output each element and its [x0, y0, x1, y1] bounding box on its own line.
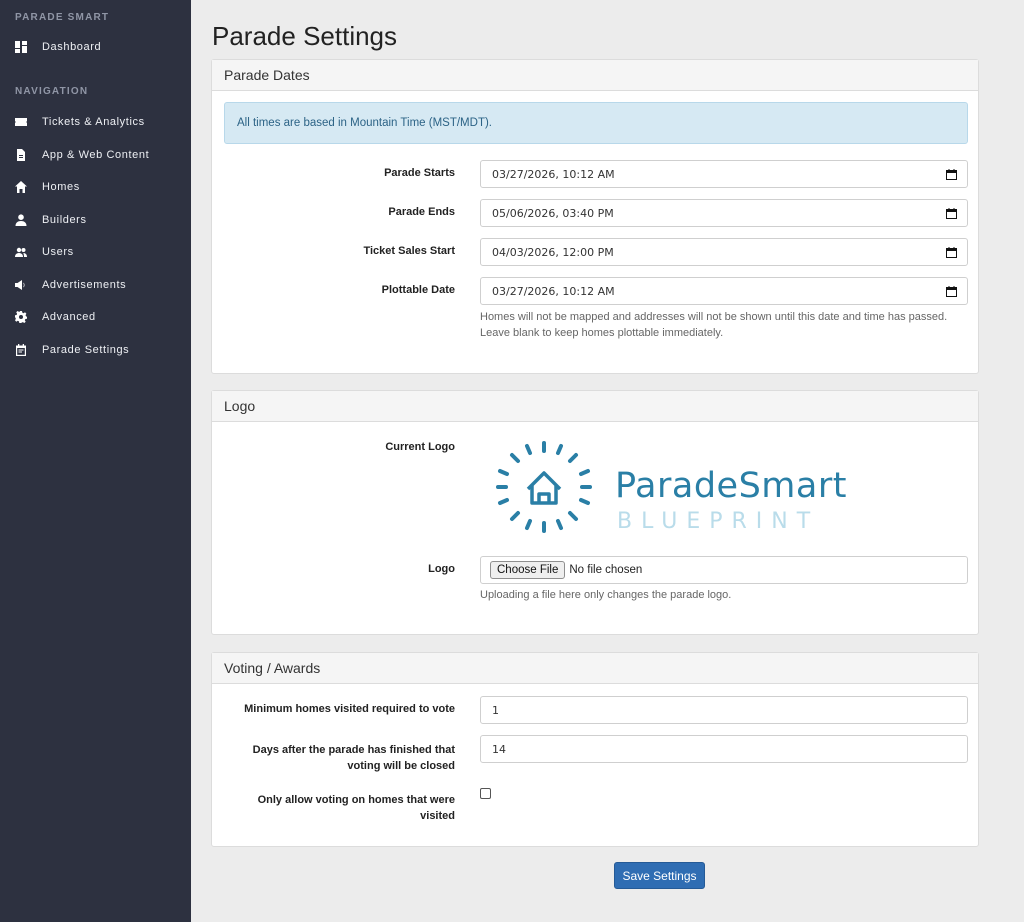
min-homes-input[interactable]: 1	[480, 696, 968, 724]
field-value: 03/27/2026, 10:12 AM	[492, 284, 615, 298]
page-title: Parade Settings	[212, 21, 398, 51]
sidebar-item-label: Tickets & Analytics	[42, 116, 145, 128]
sidebar-item-app-web-content[interactable]: App & Web Content	[0, 143, 191, 167]
people-icon	[15, 246, 27, 258]
sidebar-item-label: Dashboard	[42, 41, 102, 53]
ticket-icon	[15, 116, 27, 128]
sidebar-item-label: Builders	[42, 214, 87, 226]
sidebar-item-parade-settings[interactable]: Parade Settings	[0, 338, 191, 362]
plottable-date-label: Plottable Date	[381, 284, 455, 296]
sidebar-item-advertisements[interactable]: Advertisements	[0, 273, 191, 297]
sidebar-item-label: Users	[42, 246, 74, 258]
sidebar-item-homes[interactable]: Homes	[0, 175, 191, 199]
label-line: visited	[420, 810, 455, 822]
calendar-icon[interactable]	[946, 247, 957, 258]
sidebar-item-advanced[interactable]: Advanced	[0, 305, 191, 329]
current-logo-image: ParadeSmart BLUEPRINT	[492, 439, 892, 539]
sidebar-item-label: Advanced	[42, 311, 96, 323]
choose-file-button[interactable]: Choose File	[490, 561, 566, 579]
sidebar-item-label: App & Web Content	[42, 149, 150, 161]
parade-ends-label: Parade Ends	[388, 206, 455, 218]
sidebar: PARADE SMART Dashboard NAVIGATION Ticket…	[0, 0, 191, 922]
file-status: No file chosen	[569, 564, 643, 576]
field-value: 14	[492, 742, 506, 756]
panel-title: Voting / Awards	[212, 653, 978, 684]
min-homes-label: Minimum homes visited required to vote	[244, 703, 455, 715]
panel-title: Parade Dates	[212, 60, 978, 91]
logo-panel: Logo Current Logo ParadeSmart BLUEPRINT …	[211, 390, 979, 635]
calendar-icon[interactable]	[946, 208, 957, 219]
timezone-alert: All times are based in Mountain Time (MS…	[224, 102, 968, 144]
sidebar-item-tickets[interactable]: Tickets & Analytics	[0, 110, 191, 134]
logo-file-label: Logo	[428, 563, 455, 575]
field-value: 03/27/2026, 10:12 AM	[492, 167, 615, 181]
ticket-sales-start-label: Ticket Sales Start	[363, 245, 455, 257]
document-icon	[15, 149, 27, 161]
plottable-help-text: Homes will not be mapped and addresses w…	[480, 311, 948, 339]
logo-brand-text: ParadeSmart	[615, 466, 847, 506]
calendar-icon[interactable]	[946, 169, 957, 180]
save-settings-button[interactable]: Save Settings	[614, 862, 705, 889]
person-icon	[15, 214, 27, 226]
gear-icon	[15, 311, 27, 323]
only-visited-checkbox[interactable]	[480, 788, 491, 799]
logo-help-text: Uploading a file here only changes the p…	[480, 589, 732, 601]
sidebar-nav-header: NAVIGATION	[15, 86, 89, 97]
logo-file-input[interactable]: Choose File No file chosen	[480, 556, 968, 584]
parade-starts-input[interactable]: 03/27/2026, 10:12 AM	[480, 160, 968, 188]
parade-ends-input[interactable]: 05/06/2026, 03:40 PM	[480, 199, 968, 227]
sidebar-item-builders[interactable]: Builders	[0, 208, 191, 232]
sidebar-item-dashboard[interactable]: Dashboard	[0, 35, 191, 59]
dashboard-icon	[15, 41, 27, 53]
parade-starts-label: Parade Starts	[384, 167, 455, 179]
panel-title: Logo	[212, 391, 978, 422]
field-value: 1	[492, 703, 499, 717]
sidebar-brand: PARADE SMART	[15, 12, 110, 23]
parade-dates-panel: Parade Dates All times are based in Moun…	[211, 59, 979, 374]
calendar-icon[interactable]	[946, 286, 957, 297]
days-close-input[interactable]: 14	[480, 735, 968, 763]
ticket-sales-start-input[interactable]: 04/03/2026, 12:00 PM	[480, 238, 968, 266]
label-line: Days after the parade has finished that	[252, 744, 455, 756]
label-line: Only allow voting on homes that were	[257, 794, 455, 806]
voting-panel: Voting / Awards Minimum homes visited re…	[211, 652, 979, 847]
current-logo-label: Current Logo	[385, 441, 455, 453]
label-line: voting will be closed	[347, 760, 455, 772]
sidebar-item-users[interactable]: Users	[0, 240, 191, 264]
days-close-label: Days after the parade has finished that …	[253, 742, 455, 774]
logo-sub-text: BLUEPRINT	[617, 509, 820, 534]
sidebar-item-label: Parade Settings	[42, 344, 130, 356]
megaphone-icon	[15, 279, 27, 291]
calendar-icon	[15, 344, 27, 356]
field-value: 04/03/2026, 12:00 PM	[492, 245, 614, 259]
home-icon	[15, 181, 27, 193]
plottable-date-input[interactable]: 03/27/2026, 10:12 AM	[480, 277, 968, 305]
main-content: Parade Settings Parade Dates All times a…	[191, 0, 1024, 922]
logo-sunburst-icon	[496, 441, 592, 533]
only-visited-label: Only allow voting on homes that were vis…	[258, 792, 455, 824]
sidebar-item-label: Homes	[42, 181, 80, 193]
field-value: 05/06/2026, 03:40 PM	[492, 206, 614, 220]
sidebar-item-label: Advertisements	[42, 279, 127, 291]
